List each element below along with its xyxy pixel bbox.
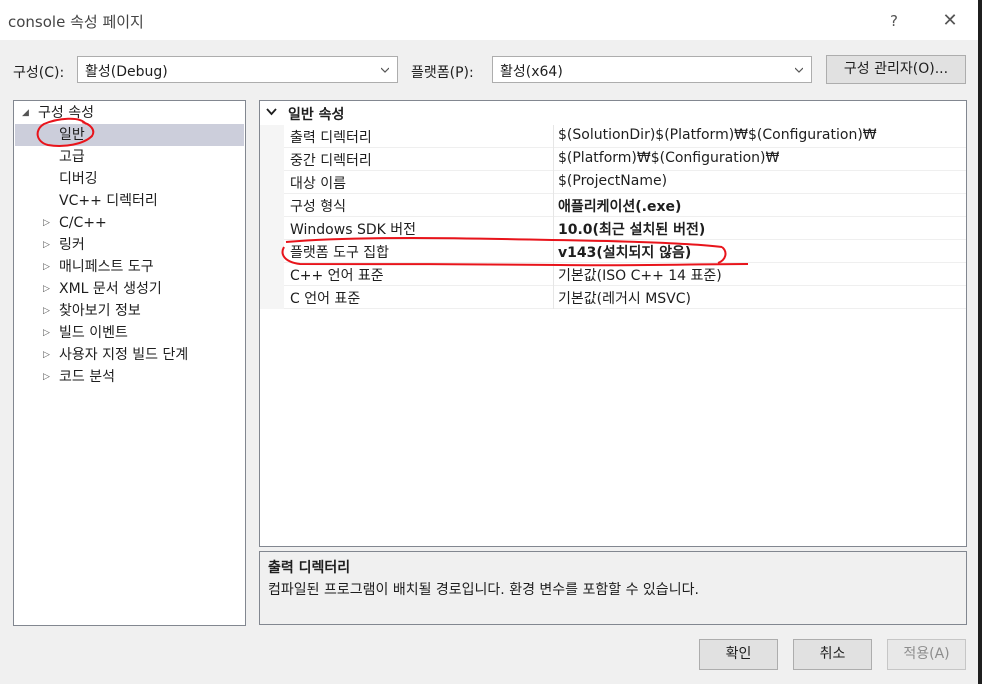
config-combo[interactable]: 활성(Debug) (77, 56, 398, 83)
config-combo-value: 활성(Debug) (85, 64, 168, 80)
chevron-down-icon[interactable] (266, 108, 277, 116)
description-panel: 출력 디렉터리 컴파일된 프로그램이 배치될 경로입니다. 환경 변수를 포함할… (259, 551, 967, 625)
help-button[interactable]: ? (882, 9, 906, 33)
tree-item-build-events[interactable]: 빌드 이벤트 (59, 322, 128, 344)
column-divider (553, 125, 554, 148)
column-divider (553, 194, 554, 217)
title-bar: console 속성 페이지 ? ✕ (0, 0, 982, 40)
window-title: console 속성 페이지 (8, 13, 144, 31)
collapsed-triangle-icon[interactable]: ▷ (43, 372, 50, 382)
property-name: C++ 언어 표준 (290, 268, 384, 284)
property-value: 기본값(ISO C++ 14 표준) (558, 268, 722, 284)
property-row-output-dir[interactable]: 출력 디렉터리 $(SolutionDir)$(Platform)₩$(Conf… (284, 125, 966, 148)
config-label: 구성(C): (13, 65, 65, 81)
expanded-triangle-icon[interactable]: ◢ (22, 108, 29, 118)
tree-item-custom-build-step[interactable]: 사용자 지정 빌드 단계 (59, 344, 188, 366)
ok-button[interactable]: 확인 (699, 639, 778, 670)
tree-item-general[interactable]: 일반 (15, 124, 244, 146)
window-edge (978, 0, 982, 684)
collapsed-triangle-icon[interactable]: ▷ (43, 328, 50, 338)
chevron-down-icon (795, 67, 803, 73)
tree-item-debugging[interactable]: 디버깅 (59, 168, 98, 190)
collapsed-triangle-icon[interactable]: ▷ (43, 262, 50, 272)
tree-item-browse-info[interactable]: 찾아보기 정보 (59, 300, 141, 322)
property-value: 애플리케이션(.exe) (558, 199, 682, 215)
column-divider (553, 240, 554, 263)
collapsed-triangle-icon[interactable]: ▷ (43, 218, 50, 228)
tree-item-linker[interactable]: 링커 (59, 234, 85, 256)
property-row-c-standard[interactable]: C 언어 표준 기본값(레거시 MSVC) (284, 286, 966, 309)
property-value: $(Platform)₩$(Configuration)₩ (558, 150, 780, 166)
description-text: 컴파일된 프로그램이 배치될 경로입니다. 환경 변수를 포함할 수 있습니다. (268, 582, 699, 598)
property-name: 구성 형식 (290, 199, 346, 215)
grid-gutter (260, 125, 284, 309)
category-label: 일반 속성 (288, 107, 345, 123)
collapsed-triangle-icon[interactable]: ▷ (43, 306, 50, 316)
property-value: $(SolutionDir)$(Platform)₩$(Configuratio… (558, 127, 877, 143)
column-divider (553, 217, 554, 240)
property-row-config-type[interactable]: 구성 형식 애플리케이션(.exe) (284, 194, 966, 217)
property-value: 기본값(레거시 MSVC) (558, 291, 691, 307)
property-name: 출력 디렉터리 (290, 130, 372, 146)
property-value: 10.0(최근 설치된 버전) (558, 222, 706, 238)
tree-item-code-analysis[interactable]: 코드 분석 (59, 366, 115, 388)
property-name: 중간 디렉터리 (290, 153, 372, 169)
category-tree[interactable]: ◢ 구성 속성 일반 고급 디버깅 VC++ 디렉터리 ▷ C/C++ ▷ 링커… (13, 100, 246, 626)
property-name: Windows SDK 버전 (290, 222, 417, 238)
collapsed-triangle-icon[interactable]: ▷ (43, 350, 50, 360)
property-grid[interactable]: 일반 속성 출력 디렉터리 $(SolutionDir)$(Platform)₩… (259, 100, 967, 547)
property-row-target-name[interactable]: 대상 이름 $(ProjectName) (284, 171, 966, 194)
tree-root-config-properties[interactable]: 구성 속성 (38, 102, 94, 124)
platform-combo[interactable]: 활성(x64) (492, 56, 812, 83)
column-divider (553, 148, 554, 171)
tree-item-manifest-tool[interactable]: 매니페스트 도구 (59, 256, 154, 278)
column-divider (553, 286, 554, 309)
collapsed-triangle-icon[interactable]: ▷ (43, 240, 50, 250)
property-name: 플랫폼 도구 집합 (290, 245, 390, 261)
tree-item-vc-directories[interactable]: VC++ 디렉터리 (59, 190, 158, 212)
platform-combo-value: 활성(x64) (500, 64, 563, 80)
apply-button[interactable]: 적용(A) (887, 639, 966, 670)
property-value: v143(설치되지 않음) (558, 245, 692, 261)
platform-label: 플랫폼(P): (411, 65, 474, 81)
property-name: 대상 이름 (290, 176, 346, 192)
config-manager-button[interactable]: 구성 관리자(O)... (826, 55, 966, 84)
close-button[interactable]: ✕ (936, 9, 964, 33)
property-row-windows-sdk[interactable]: Windows SDK 버전 10.0(최근 설치된 버전) (284, 217, 966, 240)
tree-item-xml-doc-generator[interactable]: XML 문서 생성기 (59, 278, 162, 300)
property-row-intermediate-dir[interactable]: 중간 디렉터리 $(Platform)₩$(Configuration)₩ (284, 148, 966, 171)
property-name: C 언어 표준 (290, 291, 361, 307)
column-divider (553, 263, 554, 286)
chevron-down-icon (381, 67, 389, 73)
property-row-platform-toolset[interactable]: 플랫폼 도구 집합 v143(설치되지 않음) (284, 240, 966, 263)
property-value: $(ProjectName) (558, 173, 668, 189)
tree-item-cpp[interactable]: C/C++ (59, 212, 107, 234)
column-divider (553, 171, 554, 194)
collapsed-triangle-icon[interactable]: ▷ (43, 284, 50, 294)
cancel-button[interactable]: 취소 (793, 639, 872, 670)
property-row-cpp-standard[interactable]: C++ 언어 표준 기본값(ISO C++ 14 표준) (284, 263, 966, 286)
description-title: 출력 디렉터리 (268, 560, 351, 576)
tree-item-advanced[interactable]: 고급 (59, 146, 85, 168)
category-header-general[interactable]: 일반 속성 (260, 101, 966, 125)
